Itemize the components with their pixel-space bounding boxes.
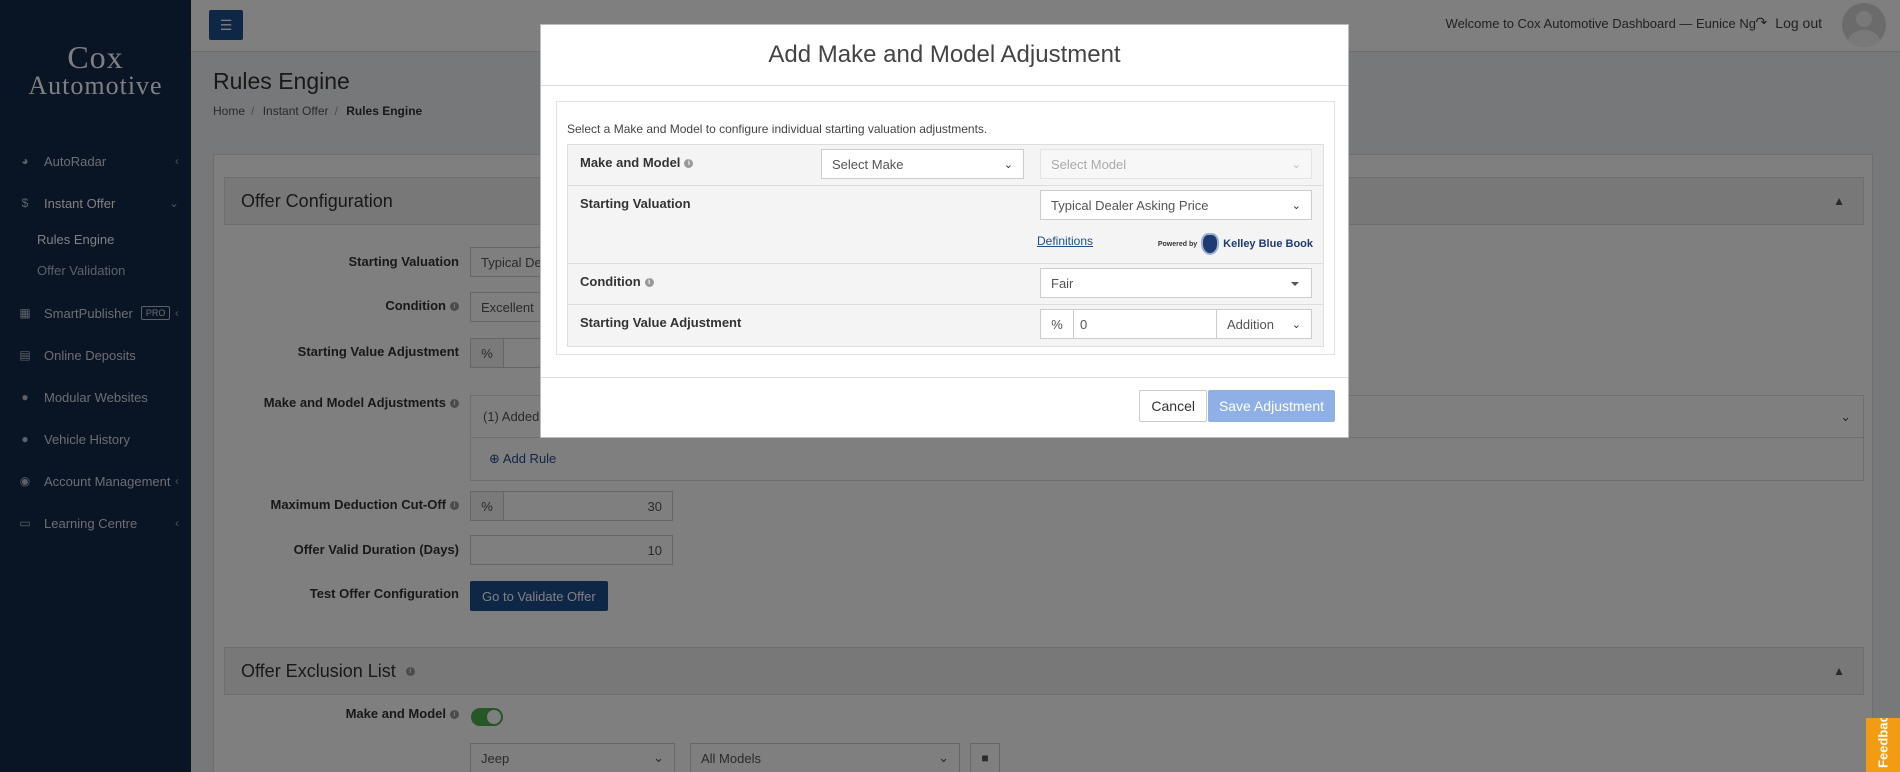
chevron-down-icon: ⌄ [1291,318,1301,331]
condition-value: Fair [1051,275,1074,291]
adjustment-form-table: Make and Model i Select Make ⌄ Select Mod… [567,144,1324,347]
powered-by-text: Powered by [1157,240,1198,248]
select-model-dropdown: Select Model ⌄ [1040,149,1312,179]
kbb-powered-by: Powered by Kelley Blue Book [1158,233,1313,255]
modal-body: Select a Make and Model to configure ind… [556,101,1335,355]
select-make-value: Select Make [832,156,904,172]
modal-intro-text: Select a Make and Model to configure ind… [567,122,988,136]
starting-valuation-row: Starting Valuation Typical Dealer Asking… [568,186,1323,264]
condition-label-text: Condition [580,274,641,289]
modal-footer: Cancel Save Adjustment [541,377,1348,437]
cancel-button[interactable]: Cancel [1139,390,1207,422]
modal-title: Add Make and Model Adjustment [541,25,1348,86]
chevron-down-icon: ⌄ [1291,158,1301,171]
make-model-label: Make and Model i [580,155,694,170]
condition-label: Conditioni [580,274,654,289]
definitions-link[interactable]: Definitions [1037,234,1093,248]
kbb-name: Kelley Blue Book [1223,238,1313,250]
make-model-row: Make and Model i Select Make ⌄ Select Mod… [568,145,1323,186]
chevron-down-icon: ⌄ [1291,199,1301,212]
adjustment-type-dropdown[interactable]: Addition ⌄ [1216,309,1312,339]
save-adjustment-button[interactable]: Save Adjustment [1207,390,1335,422]
starting-valuation-value: Typical Dealer Asking Price [1051,197,1209,213]
adjustment-type-value: Addition [1227,316,1274,332]
chevron-down-icon: ⌄ [1003,158,1013,171]
feedback-tab[interactable]: Feedback [1866,718,1900,772]
condition-dropdown[interactable]: Fair [1040,268,1312,298]
starting-value-adjustment-row: Starting Value Adjustment % 0 Addition ⌄ [568,305,1323,346]
select-make-dropdown[interactable]: Select Make ⌄ [821,149,1024,179]
starting-valuation-dropdown[interactable]: Typical Dealer Asking Price ⌄ [1040,190,1312,220]
make-model-label-text: Make and Model [580,155,681,170]
kbb-logo-icon [1201,233,1220,255]
info-icon[interactable]: i [644,278,654,288]
adjustment-label: Starting Value Adjustment [580,315,742,330]
info-icon[interactable]: i [684,159,694,169]
condition-row: Condition i Fair [568,264,1323,305]
adjustment-value-input[interactable]: 0 [1073,309,1217,339]
feedback-label: Feedback [1875,718,1891,768]
select-model-value: Select Model [1051,156,1127,172]
starting-valuation-label: Starting Valuation [580,196,691,211]
caret-down-icon [1291,282,1299,286]
add-make-model-adjustment-modal: Add Make and Model Adjustment Select a M… [540,24,1349,438]
percent-addon: % [1040,309,1074,339]
